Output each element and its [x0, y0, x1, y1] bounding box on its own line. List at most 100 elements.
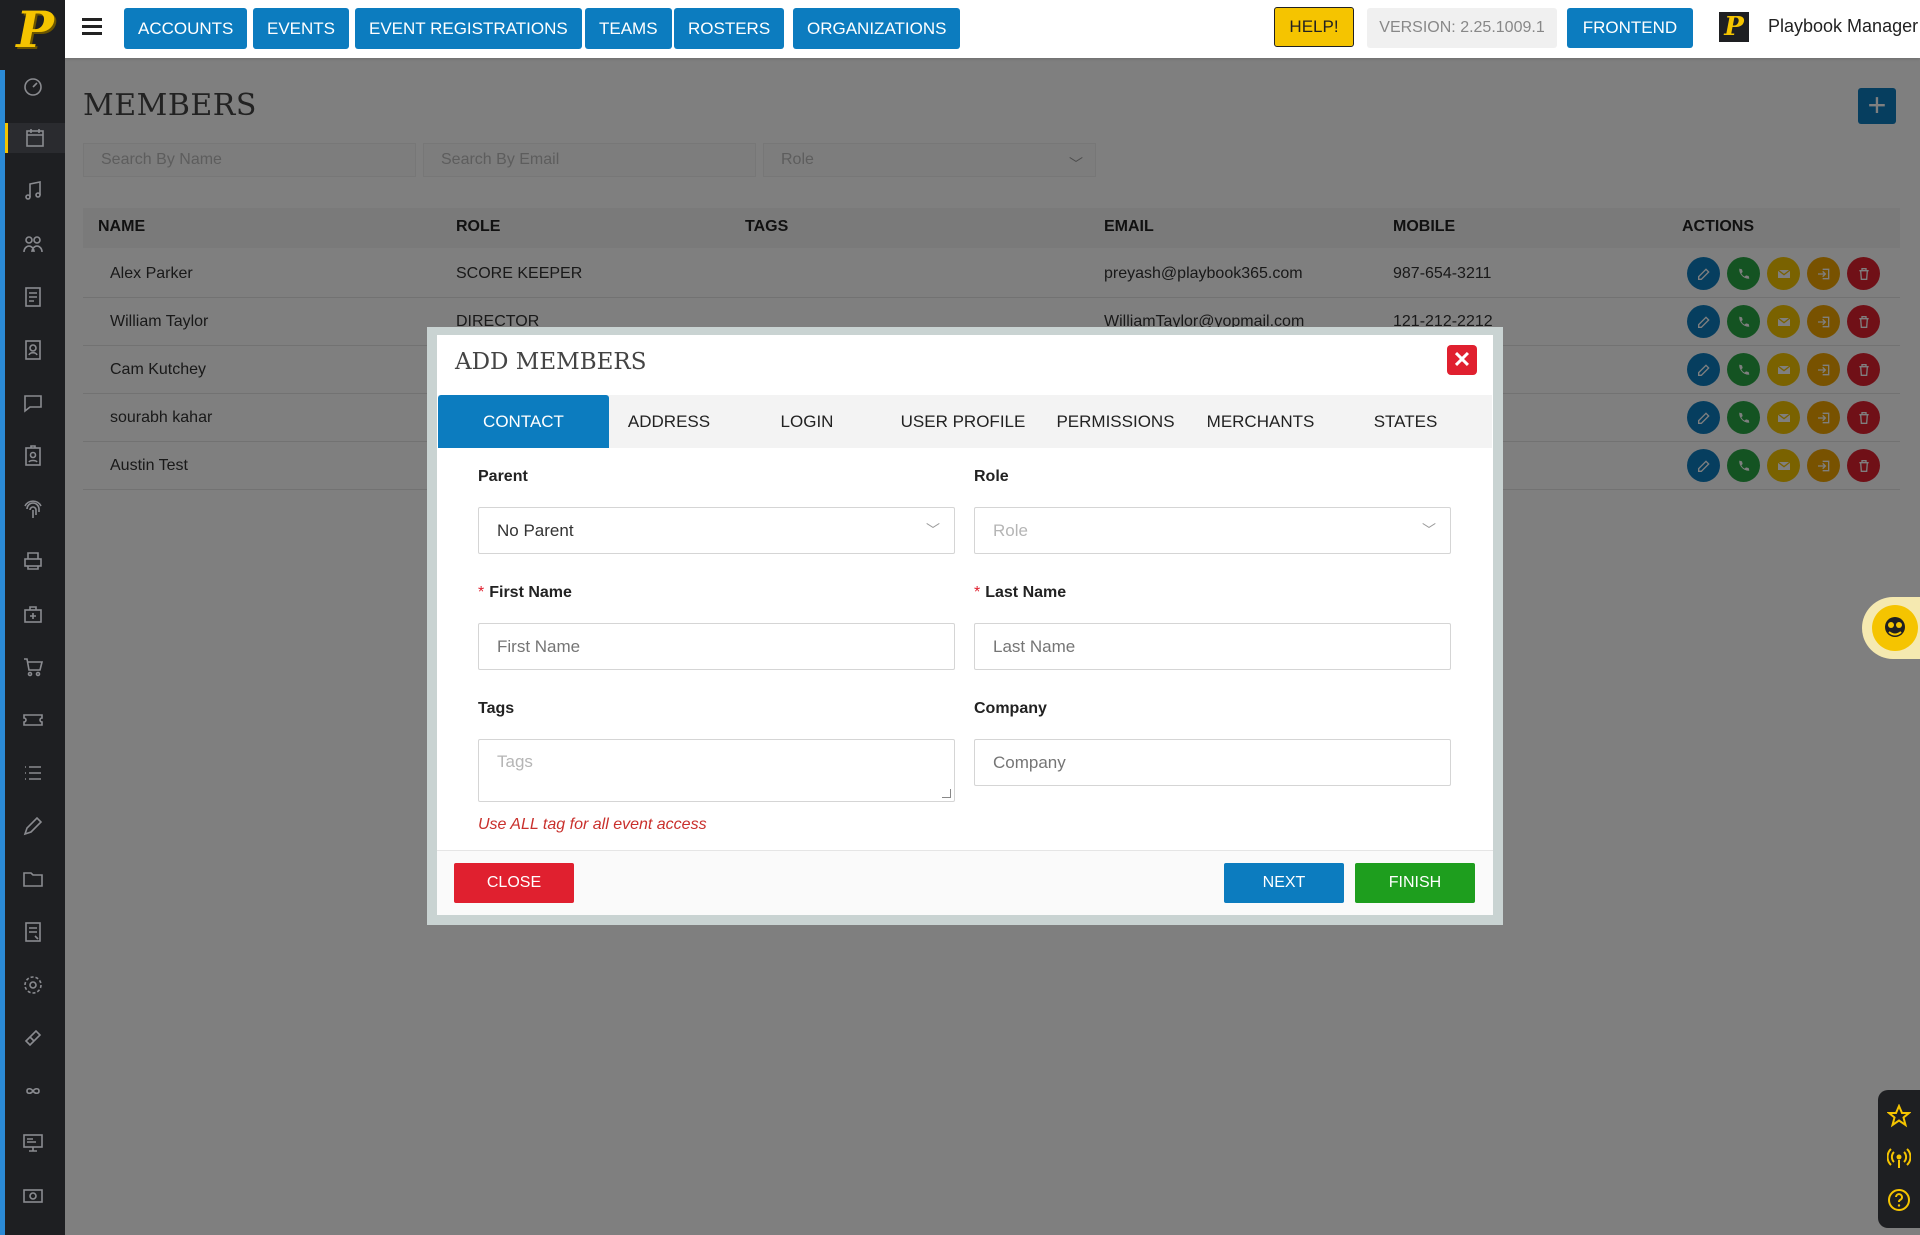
help-button[interactable]: HELP!	[1274, 7, 1354, 47]
top-bar: ACCOUNTS EVENTS EVENT REGISTRATIONS TEAM…	[65, 0, 1920, 58]
star-icon[interactable]	[1887, 1104, 1911, 1128]
fingerprint-icon	[24, 500, 42, 518]
sidebar-item-music-note[interactable]	[18, 176, 48, 206]
sidebar-item-users-group[interactable]	[18, 229, 48, 259]
role-select-placeholder: Role	[993, 521, 1028, 540]
sidebar-item-id-badge[interactable]	[18, 441, 48, 471]
nav-rosters-button[interactable]: ROSTERS	[674, 8, 785, 49]
first-name-input[interactable]	[478, 623, 955, 670]
sidebar-item-package[interactable]	[18, 599, 48, 629]
last-name-input[interactable]	[974, 623, 1451, 670]
nav-teams-button[interactable]: TEAMS	[585, 8, 672, 49]
sidebar-item-ticket[interactable]	[18, 705, 48, 735]
chat-icon	[24, 395, 42, 413]
modal-close-icon[interactable]: ✕	[1447, 345, 1477, 375]
company-label: Company	[974, 700, 1047, 717]
sidebar-item-chat[interactable]	[18, 388, 48, 418]
sidebar-item-gear[interactable]	[18, 970, 48, 1000]
ticket-diagonal-icon	[24, 1029, 42, 1047]
tab-permissions[interactable]: PERMISSIONS	[1043, 395, 1188, 448]
help-circle-icon[interactable]	[1887, 1188, 1911, 1212]
gear-icon	[24, 976, 42, 994]
infinity-icon	[26, 1087, 40, 1095]
hamburger-menu-icon[interactable]	[82, 18, 102, 38]
ticket-icon	[23, 714, 43, 726]
sidebar-item-folder[interactable]	[18, 864, 48, 894]
sidebar-item-dashboard[interactable]	[18, 71, 48, 101]
parent-label: Parent	[478, 468, 528, 485]
sidebar-item-pencil[interactable]	[18, 811, 48, 841]
tab-user-profile[interactable]: USER PROFILE	[883, 395, 1043, 448]
sidebar-item-notes[interactable]	[18, 917, 48, 947]
modal-title: ADD MEMBERS	[455, 349, 647, 375]
users-group-icon	[23, 236, 43, 253]
dashboard-icon	[24, 78, 42, 96]
mascot-icon	[1872, 605, 1918, 651]
user-name[interactable]: Playbook Manager	[1768, 16, 1918, 37]
folder-icon	[23, 872, 43, 887]
next-button[interactable]: NEXT	[1224, 863, 1344, 903]
nav-organizations-button[interactable]: ORGANIZATIONS	[793, 8, 961, 49]
sidebar-item-printer[interactable]	[18, 546, 48, 576]
required-mark: *	[974, 584, 981, 601]
broadcast-icon[interactable]	[1887, 1146, 1911, 1170]
pencil-icon	[23, 816, 43, 836]
nav-accounts-button[interactable]: ACCOUNTS	[124, 8, 248, 49]
sidebar-item-document[interactable]	[18, 282, 48, 312]
tab-address[interactable]: ADDRESS	[609, 395, 729, 448]
nav-event-registrations-button[interactable]: EVENT REGISTRATIONS	[355, 8, 582, 49]
frontend-button[interactable]: FRONTEND	[1567, 8, 1693, 48]
printer-icon	[24, 552, 42, 570]
tags-textarea[interactable]: Tags	[478, 739, 955, 802]
support-chat-launcher[interactable]	[1862, 597, 1920, 659]
money-icon	[23, 1189, 43, 1203]
close-button[interactable]: CLOSE	[454, 863, 574, 903]
sidebar-item-calendar[interactable]	[5, 123, 65, 153]
contact-book-icon	[25, 340, 41, 360]
required-mark: *	[478, 584, 485, 601]
last-name-label-text: Last Name	[985, 584, 1067, 601]
finish-button[interactable]: FINISH	[1355, 863, 1475, 903]
tab-contact[interactable]: CONTACT	[438, 395, 609, 448]
tags-placeholder: Tags	[497, 752, 533, 771]
music-note-icon	[25, 181, 41, 200]
monitor-icon	[23, 1134, 43, 1152]
first-name-label: * First Name	[478, 584, 572, 602]
list-icon	[25, 766, 41, 780]
sidebar-item-list[interactable]	[18, 758, 48, 788]
parent-select[interactable]: No Parent ﹀	[478, 507, 955, 554]
sidebar-item-ticket-diagonal[interactable]	[18, 1023, 48, 1053]
tags-hint: Use ALL tag for all event access	[478, 816, 707, 833]
sidebar-item-money[interactable]	[18, 1181, 48, 1211]
first-name-label-text: First Name	[489, 584, 572, 601]
nav-events-button[interactable]: EVENTS	[253, 8, 350, 49]
package-icon	[24, 606, 42, 623]
document-icon	[25, 287, 41, 307]
tags-label: Tags	[478, 700, 515, 717]
notes-icon	[25, 922, 41, 942]
app-logo[interactable]: P	[8, 4, 62, 56]
calendar-icon	[26, 129, 44, 147]
tab-states[interactable]: STATES	[1333, 395, 1478, 448]
sidebar-item-fingerprint[interactable]	[18, 494, 48, 524]
company-input[interactable]	[974, 739, 1451, 786]
user-avatar[interactable]: P	[1719, 12, 1749, 42]
modal-tabs: CONTACT ADDRESS LOGIN USER PROFILE PERMI…	[438, 395, 1492, 448]
sidebar-item-infinity[interactable]	[18, 1076, 48, 1106]
sidebar-item-contact-book[interactable]	[18, 335, 48, 365]
cart-icon	[24, 658, 44, 677]
version-label: VERSION: 2.25.1009.1	[1367, 8, 1557, 48]
sidebar-item-monitor[interactable]	[18, 1128, 48, 1158]
sidebar-item-cart[interactable]	[18, 652, 48, 682]
id-badge-icon	[25, 445, 41, 466]
tab-login[interactable]: LOGIN	[737, 395, 877, 448]
role-select[interactable]: Role ﹀	[974, 507, 1451, 554]
add-members-modal: ADD MEMBERS ✕ CONTACT ADDRESS LOGIN USER…	[437, 335, 1493, 915]
role-label: Role	[974, 468, 1009, 485]
tab-merchants[interactable]: MERCHANTS	[1188, 395, 1333, 448]
left-sidebar: P	[0, 0, 65, 1235]
sidebar-accent-bar	[0, 70, 5, 1235]
parent-select-value: No Parent	[497, 521, 574, 540]
resize-handle-icon[interactable]	[942, 789, 951, 798]
floating-toolbar	[1878, 1090, 1920, 1228]
